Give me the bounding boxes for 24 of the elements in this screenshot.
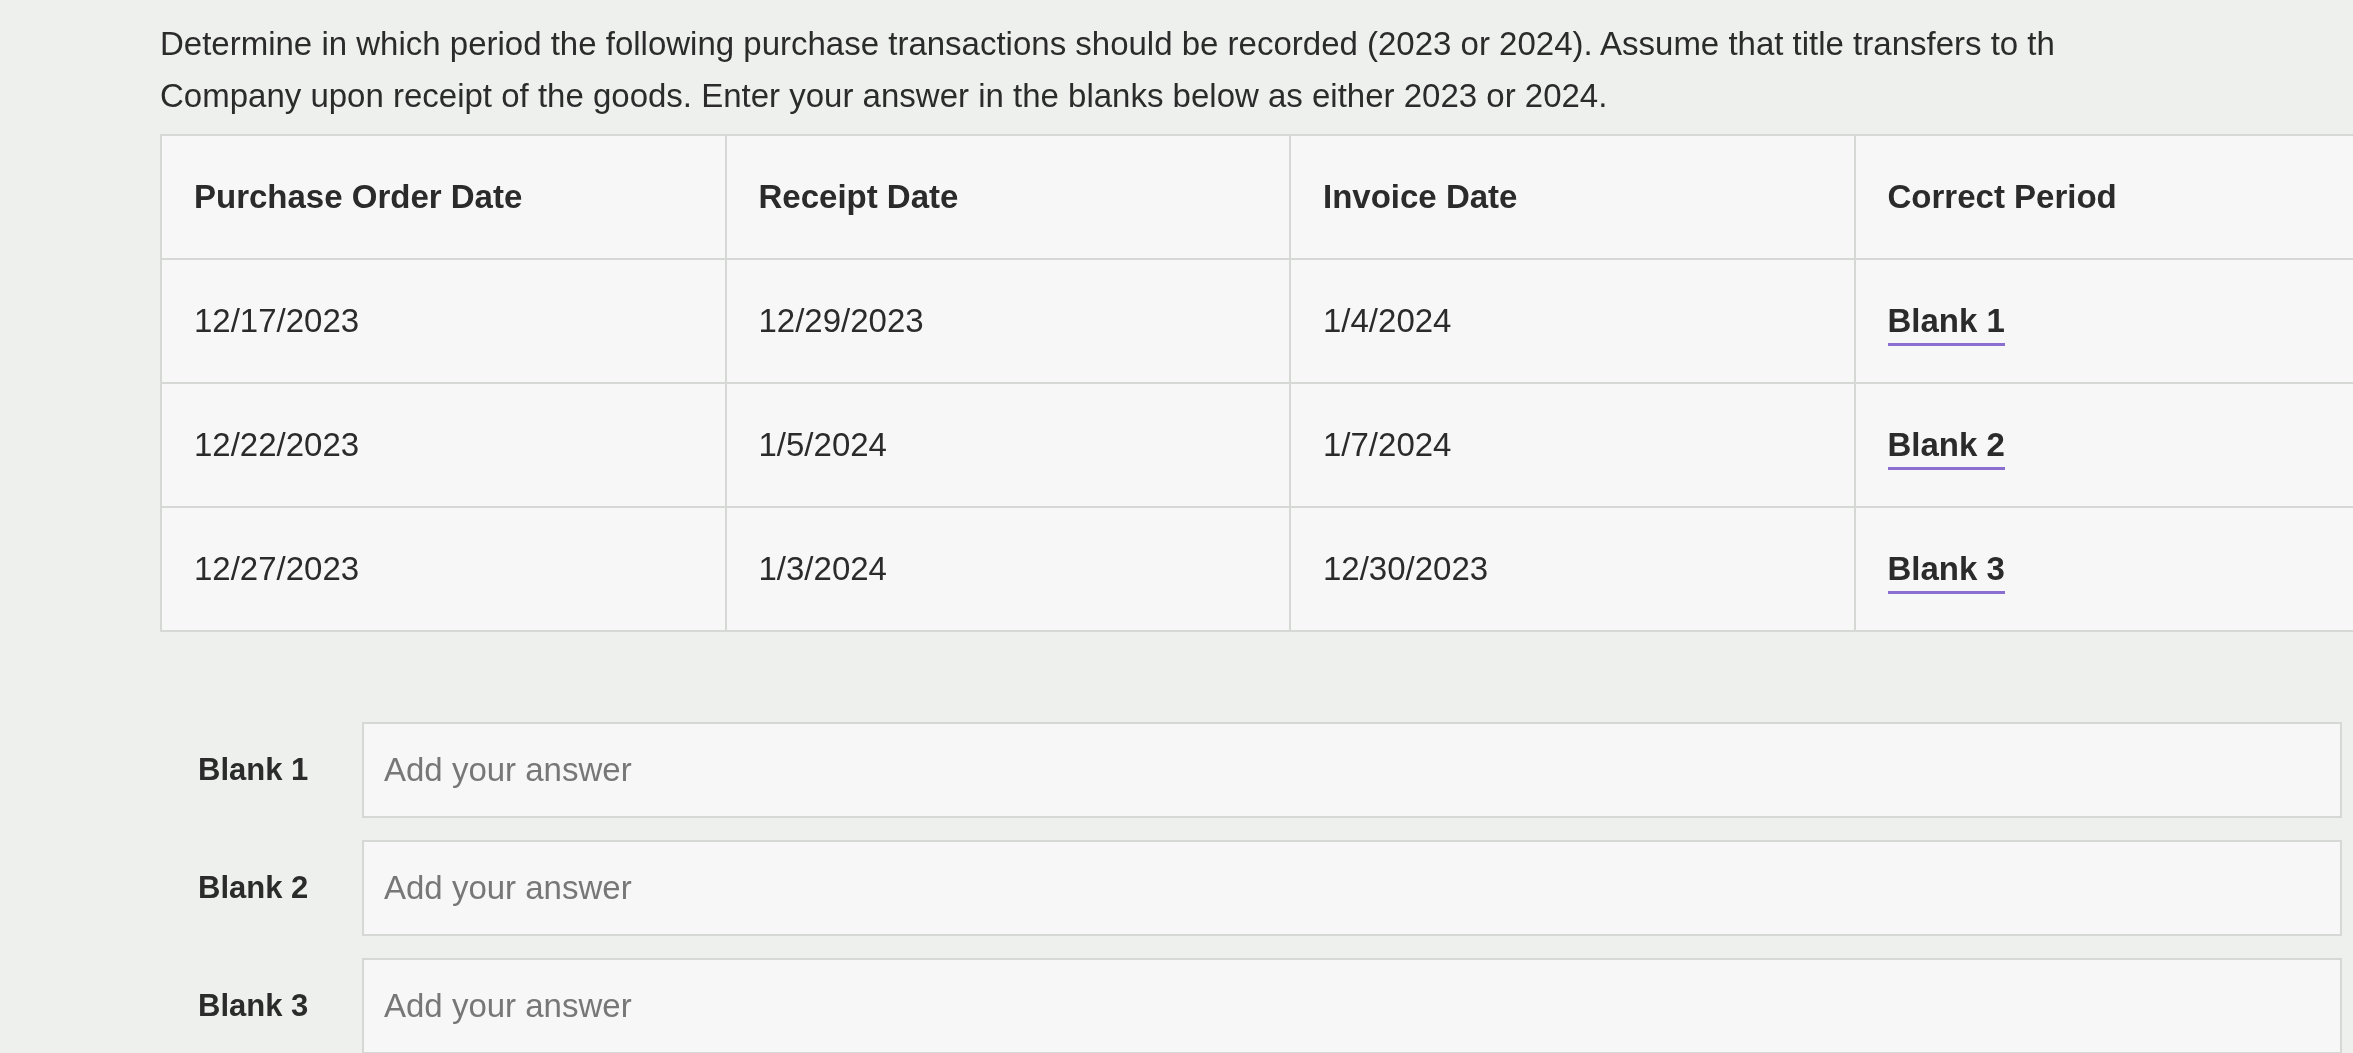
column-header: Purchase Order Date — [161, 135, 726, 259]
table-cell: 1/4/2024 — [1290, 259, 1855, 383]
answer-field[interactable]: Add your answer — [362, 958, 2342, 1053]
table-cell: 1/3/2024 — [725, 507, 1290, 631]
column-header: Receipt Date — [725, 135, 1290, 259]
answer-field[interactable]: Add your answer — [362, 722, 2342, 818]
table-cell: 12/17/2023 — [161, 259, 726, 383]
column-header: Invoice Date — [1290, 135, 1855, 259]
blank-label: Blank 2 — [198, 870, 310, 906]
table-cell: 12/30/2023 — [1290, 507, 1855, 631]
table-cell: 12/29/2023 — [725, 259, 1290, 383]
table-cell: 12/22/2023 — [161, 383, 726, 507]
blank-label: Blank 1 — [198, 752, 310, 788]
answer-field[interactable]: Add your answer — [362, 840, 2342, 936]
column-header: Correct Period — [1854, 135, 2353, 259]
instruction-text: Company upon receipt of the goods. Enter your answer in the blanks below as either 2023 or 2024. — [160, 76, 1609, 116]
table-cell: 12/27/2023 — [161, 507, 726, 631]
table-cell: 1/7/2024 — [1290, 383, 1855, 507]
blank-link[interactable]: Blank 1 — [1887, 302, 2005, 346]
instruction-text: Determine in which period the following purchase transactions should be recorded (2023 or 2024). Assume that title transfers to th — [160, 24, 2056, 64]
blank-link[interactable]: Blank 2 — [1887, 426, 2005, 470]
blank-label: Blank 3 — [198, 988, 310, 1024]
blank-link[interactable]: Blank 3 — [1887, 550, 2005, 594]
table-cell: 1/5/2024 — [725, 383, 1290, 507]
